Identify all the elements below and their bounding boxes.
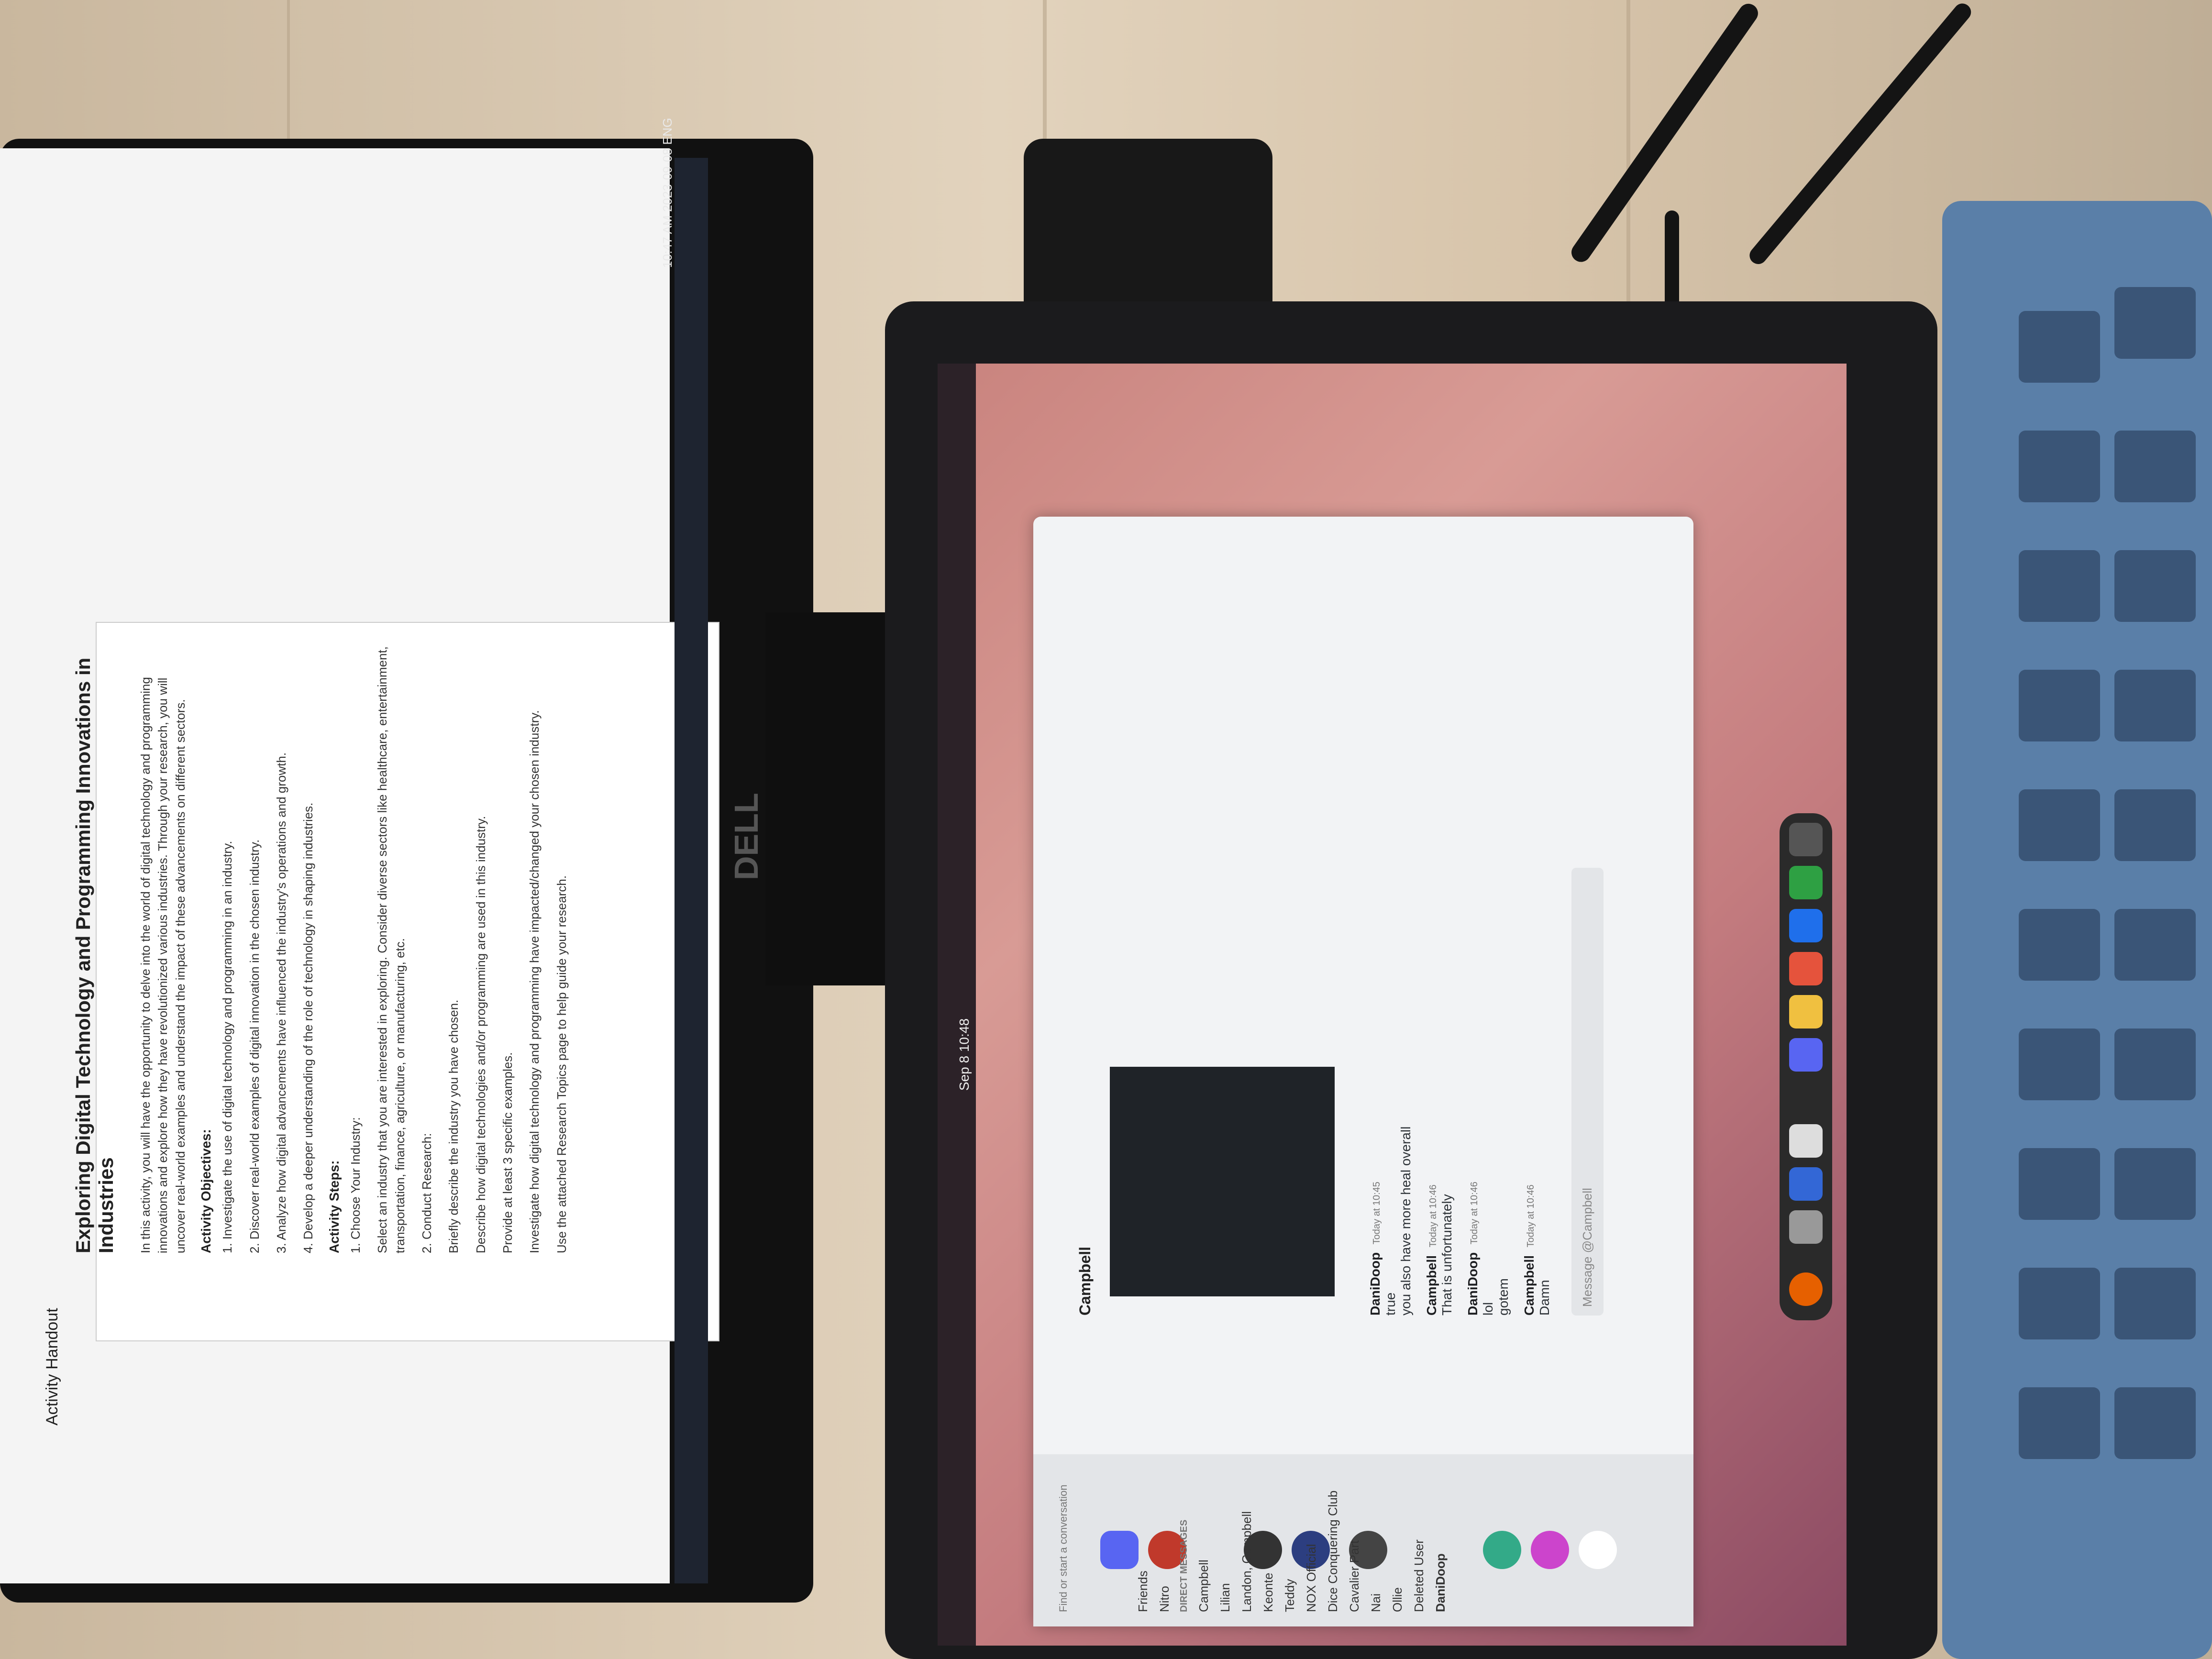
message: DaniDoop Today at 10:46 lol gotem	[1465, 550, 1511, 1316]
key	[2019, 1029, 2100, 1100]
step-item: Briefly describe the industry you have c…	[446, 999, 461, 1253]
objective-item: 2. Discover real-world examples of digit…	[247, 839, 262, 1253]
objective-item: 1. Investigate the use of digital techno…	[220, 841, 235, 1253]
step-item: Provide at least 3 specific examples.	[500, 1052, 515, 1253]
message-author[interactable]: Campbell	[1424, 1255, 1439, 1316]
document-tab-title[interactable]: Activity Handout	[43, 1177, 72, 1426]
key	[2114, 1387, 2196, 1459]
app-icon[interactable]	[1789, 1167, 1823, 1201]
app-icon[interactable]	[1789, 995, 1823, 1029]
objectives-heading: Activity Objectives:	[199, 1129, 214, 1253]
message-text: Damn	[1537, 1280, 1552, 1316]
message-author[interactable]: Campbell	[1522, 1255, 1537, 1316]
search-input[interactable]: Find or start a conversation	[1057, 1325, 1070, 1612]
document-intro: In this activity, you will have the oppo…	[138, 677, 188, 1253]
firefox-icon[interactable]	[1789, 1272, 1823, 1306]
key	[2019, 789, 2100, 861]
app-icon[interactable]	[1789, 1124, 1823, 1158]
key	[2019, 670, 2100, 741]
message: DaniDoop Today at 10:45 true you also ha…	[1368, 550, 1414, 1316]
chat-header-name: Campbell	[1076, 1246, 1094, 1316]
key	[2019, 909, 2100, 981]
dell-logo: DELL	[728, 793, 765, 880]
app-icon[interactable]	[1789, 866, 1823, 899]
key	[2114, 1148, 2196, 1220]
step-item: Select an industry that you are interest…	[375, 646, 407, 1253]
objective-item: 3. Analyze how digital advancements have…	[274, 752, 288, 1253]
message: Campbell Today at 10:46 That is unfortun…	[1424, 550, 1455, 1316]
message-time: Today at 10:46	[1469, 1182, 1480, 1245]
key	[2114, 431, 2196, 502]
message-text: true	[1383, 1292, 1398, 1316]
key	[2114, 1029, 2196, 1100]
message-text: you also have more heal overall	[1398, 1126, 1413, 1316]
objective-item: 4. Develop a deeper understanding of the…	[301, 802, 316, 1253]
add-server-icon[interactable]	[1579, 1531, 1617, 1569]
message-text: That is unfortunately	[1439, 1194, 1454, 1316]
chat-spacer	[1108, 550, 1357, 1316]
clock-time: 10:47 AM	[660, 215, 675, 268]
key	[2114, 550, 2196, 622]
chat-area: Campbell DaniDoop Today at 10:45 true yo…	[1076, 550, 1698, 1316]
key	[2019, 1148, 2100, 1220]
message-text: gotem	[1496, 1278, 1511, 1316]
message-time: Today at 10:45	[1371, 1182, 1382, 1245]
step-item: Investigate how digital technology and p…	[527, 710, 542, 1253]
key	[2114, 789, 2196, 861]
message: Campbell Today at 10:46 Damn	[1522, 550, 1552, 1316]
app-icon[interactable]	[1789, 1210, 1823, 1244]
clock-date: 2023-09-08	[660, 148, 675, 212]
step-item: 1. Choose Your Industry:	[348, 1117, 363, 1253]
wall-seam	[287, 0, 290, 139]
ubuntu-top-bar	[938, 364, 976, 1646]
key	[2114, 670, 2196, 741]
message-time: Today at 10:46	[1526, 1184, 1536, 1248]
message-text: lol	[1481, 1302, 1495, 1316]
steps-heading: Activity Steps:	[326, 1160, 342, 1254]
document-body: Exploring Digital Technology and Program…	[72, 631, 646, 1253]
app-icon[interactable]	[1789, 909, 1823, 942]
key	[2019, 1387, 2100, 1459]
step-item: Describe how digital technologies and/or…	[473, 816, 488, 1253]
key	[2114, 909, 2196, 981]
key	[2019, 311, 2100, 383]
key	[2019, 431, 2100, 502]
app-icon[interactable]	[1789, 952, 1823, 985]
message-time: Today at 10:46	[1428, 1184, 1438, 1248]
key	[2114, 1268, 2196, 1339]
language-indicator: ENG	[660, 118, 675, 145]
document-title: Exploring Digital Technology and Program…	[72, 657, 117, 1253]
ubuntu-clock[interactable]: Sep 8 10:48	[957, 1018, 972, 1091]
windows-taskbar	[675, 158, 708, 1583]
message-input[interactable]: Message @Campbell	[1571, 868, 1604, 1316]
message-author[interactable]: DaniDoop	[1368, 1252, 1382, 1316]
discord-icon[interactable]	[1789, 1038, 1823, 1072]
chat-header: Campbell	[1076, 550, 1094, 1316]
windows-clock: 10:47 AM 2023-09-08 ENG	[660, 118, 675, 268]
key	[2019, 550, 2100, 622]
step-item: 2. Conduct Research:	[419, 1133, 434, 1253]
message-author[interactable]: DaniDoop	[1465, 1252, 1480, 1316]
key	[2114, 287, 2196, 359]
step-item: Use the attached Research Topics page to…	[554, 875, 569, 1253]
key	[2019, 1268, 2100, 1339]
apps-grid-icon[interactable]	[1789, 823, 1823, 856]
